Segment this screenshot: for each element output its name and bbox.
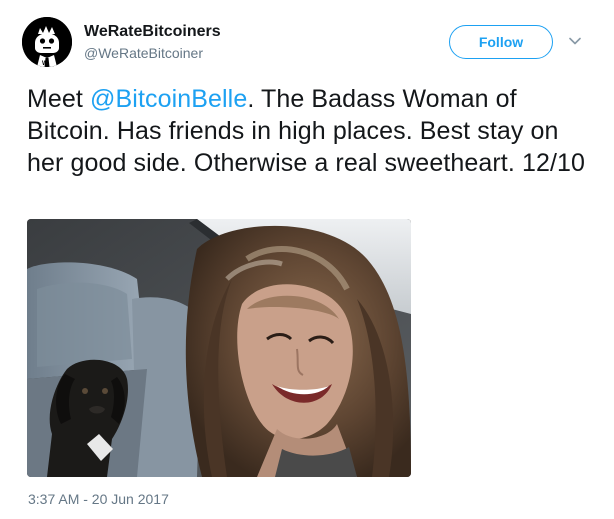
- follow-button[interactable]: Follow: [449, 25, 553, 59]
- author-handle[interactable]: @WeRateBitcoiner: [84, 44, 221, 63]
- photo-woman-with-dog-in-car: [27, 219, 411, 477]
- tweet-menu-button[interactable]: [566, 32, 584, 50]
- tweet-text-lead: Meet: [27, 85, 91, 113]
- account-avatar[interactable]: W: [22, 17, 72, 67]
- svg-text:W: W: [42, 61, 48, 67]
- tweet-photo[interactable]: [27, 219, 411, 477]
- chevron-down-icon: [569, 37, 581, 45]
- tweet-text: Meet @BitcoinBelle. The Badass Woman of …: [27, 83, 587, 179]
- author-block[interactable]: WeRateBitcoiners @WeRateBitcoiner: [84, 22, 221, 63]
- tweet-timestamp[interactable]: 3:37 AM - 20 Jun 2017: [28, 490, 169, 508]
- tweet-card: W WeRateBitcoiners @WeRateBitcoiner Foll…: [0, 0, 614, 519]
- robot-avatar-icon: W: [22, 17, 72, 67]
- mention-link[interactable]: @BitcoinBelle: [90, 85, 247, 113]
- author-display-name[interactable]: WeRateBitcoiners: [84, 22, 221, 42]
